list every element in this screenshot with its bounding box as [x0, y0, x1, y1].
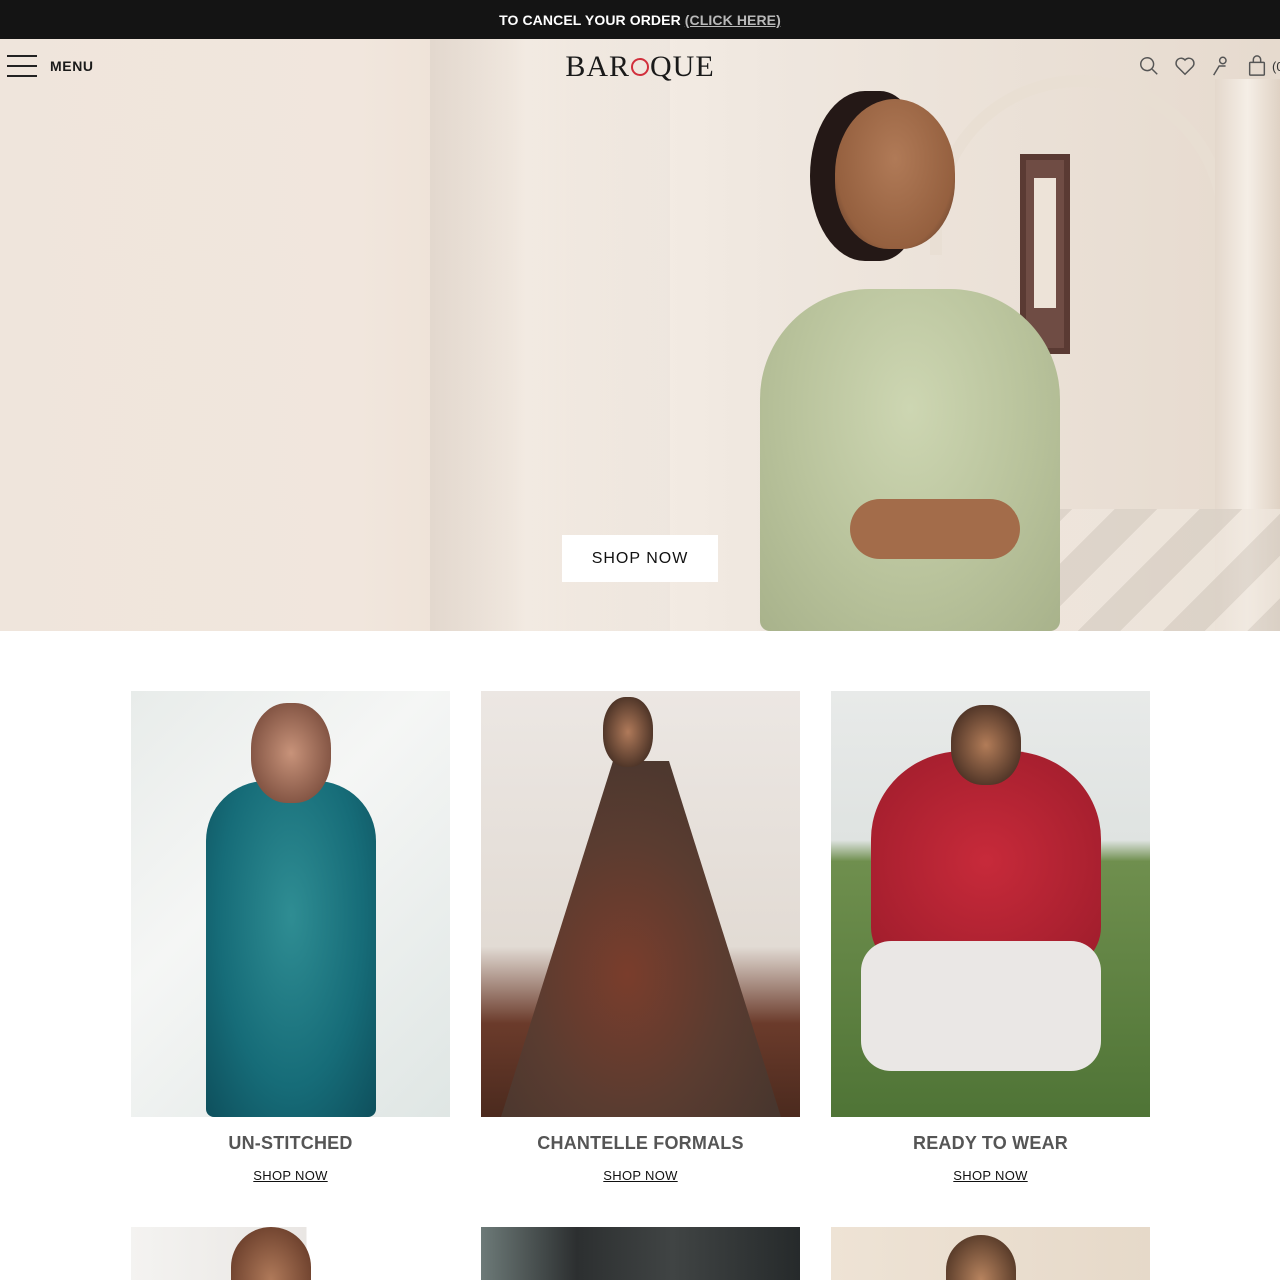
brand-logo[interactable]: BAR QUE: [565, 50, 715, 84]
hamburger-icon: [7, 55, 37, 77]
header-icon-group: (0: [1138, 55, 1280, 77]
category-shop-now-link[interactable]: SHOP NOW: [603, 1168, 677, 1183]
category-image[interactable]: [131, 1227, 450, 1280]
category-card-unstitched[interactable]: UN-STITCHED SHOP NOW: [131, 691, 450, 1183]
announcement-text: TO CANCEL YOUR ORDER: [499, 11, 681, 28]
category-image-unstitched[interactable]: [131, 691, 450, 1117]
heart-icon[interactable]: [1174, 55, 1196, 77]
cart-count: (0: [1272, 58, 1280, 74]
category-title[interactable]: CHANTELLE FORMALS: [537, 1133, 743, 1154]
category-grid-row-2: [131, 1227, 1150, 1280]
category-grid: UN-STITCHED SHOP NOW CHANTELLE FORMALS S…: [131, 691, 1150, 1183]
announcement-bar: TO CANCEL YOUR ORDER (CLICK HERE): [0, 0, 1280, 39]
category-title[interactable]: READY TO WEAR: [913, 1133, 1068, 1154]
category-card-chantelle-formals[interactable]: CHANTELLE FORMALS SHOP NOW: [481, 691, 800, 1183]
category-card-ready-to-wear[interactable]: READY TO WEAR SHOP NOW: [831, 691, 1150, 1183]
logo-text-right: QUE: [650, 50, 715, 83]
category-image[interactable]: [481, 1227, 800, 1280]
user-icon[interactable]: [1210, 55, 1232, 77]
category-image[interactable]: [831, 1227, 1150, 1280]
hero-model-image: [740, 91, 1060, 631]
category-image-chantelle-formals[interactable]: [481, 691, 800, 1117]
hero-floor: [1030, 509, 1280, 631]
category-image-ready-to-wear[interactable]: [831, 691, 1150, 1117]
bag-icon[interactable]: [1246, 55, 1268, 77]
category-shop-now-link[interactable]: SHOP NOW: [253, 1168, 327, 1183]
menu-label: MENU: [50, 58, 94, 74]
search-icon[interactable]: [1138, 55, 1160, 77]
category-shop-now-link[interactable]: SHOP NOW: [953, 1168, 1027, 1183]
hero-shop-now-button[interactable]: SHOP NOW: [562, 535, 718, 582]
menu-button[interactable]: MENU: [7, 55, 94, 77]
logo-accent-ring: [631, 58, 650, 77]
category-title[interactable]: UN-STITCHED: [228, 1133, 352, 1154]
cancel-order-link[interactable]: (CLICK HERE): [685, 12, 781, 28]
logo-text-left: BAR: [565, 50, 631, 83]
